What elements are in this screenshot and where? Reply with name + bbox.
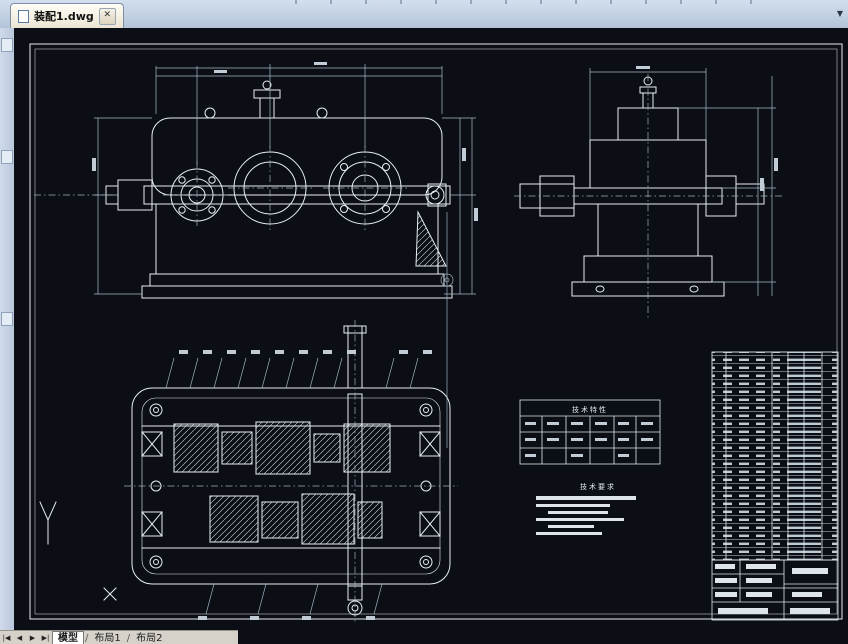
cross-marker	[103, 587, 117, 601]
previous-layout-button[interactable]: ◀	[13, 632, 26, 644]
next-layout-button[interactable]: ▶	[26, 632, 39, 644]
last-layout-button[interactable]: ▶|	[39, 632, 52, 644]
model-space-canvas[interactable]: 技术特性 技术要求	[14, 28, 848, 644]
front-view	[105, 80, 453, 299]
side-view-centerlines	[514, 74, 782, 320]
layout-tabbar: |◀ ◀ ▶ ▶| 模型 / 布局1 / 布局2	[0, 630, 848, 644]
first-layout-button[interactable]: |◀	[0, 632, 13, 644]
tab-layout2[interactable]: 布局2	[131, 632, 167, 644]
document-tab[interactable]: 装配1.dwg ✕	[10, 3, 124, 28]
tech-spec-table: 技术特性	[519, 399, 661, 465]
tech-spec-title: 技术特性	[572, 405, 608, 414]
ucs-icon	[39, 501, 57, 545]
toolbar-icon-fragment[interactable]	[1, 312, 13, 326]
front-view-centerlines	[34, 146, 454, 448]
toolbar-remnant-ticks	[295, 0, 780, 4]
tech-req-text-lines	[536, 496, 636, 535]
docked-toolbar-strip	[0, 28, 15, 630]
cad-drawing: 技术特性 技术要求	[29, 43, 843, 622]
layout-tabs-area: |◀ ◀ ▶ ▶| 模型 / 布局1 / 布局2	[0, 630, 238, 644]
toolbar-icon-fragment[interactable]	[1, 38, 13, 52]
cad-application-window: 装配1.dwg ✕ ▼ 技术特性 技术要求 |◀ ◀ ▶ ▶| 模型 / 布局1…	[0, 0, 848, 644]
close-icon[interactable]: ✕	[98, 7, 116, 25]
toolbar-icon-fragment[interactable]	[1, 150, 13, 164]
parts-list-table	[711, 351, 839, 561]
tab-overflow-chevron-icon[interactable]: ▼	[837, 9, 843, 18]
dwg-file-icon	[18, 9, 29, 23]
title-block-text	[715, 564, 830, 614]
side-view	[519, 76, 765, 297]
tab-model[interactable]: 模型	[52, 631, 84, 644]
side-view-dimensions	[589, 68, 776, 296]
tech-req-title: 技术要求	[580, 482, 616, 491]
document-tabbar: 装配1.dwg ✕ ▼	[0, 0, 848, 29]
tech-spec-cell-text	[525, 422, 653, 457]
document-tab-label: 装配1.dwg	[34, 10, 94, 23]
tab-layout1[interactable]: 布局1	[89, 632, 125, 644]
